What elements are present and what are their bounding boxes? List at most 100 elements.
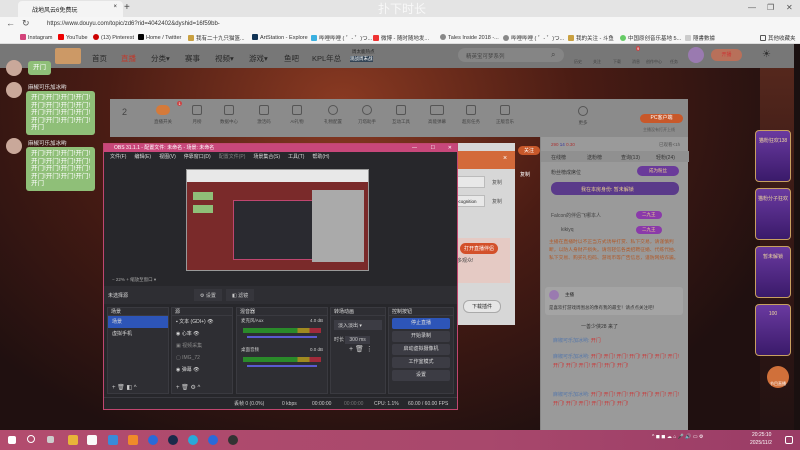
tab-query[interactable]: 查询(13)	[621, 154, 640, 161]
clock-date[interactable]: 2025/11/2	[750, 440, 772, 446]
app-icon[interactable]	[148, 435, 158, 445]
ad-banner[interactable]: 暂未解锁	[755, 246, 791, 298]
tab-online[interactable]: 在线榜	[551, 154, 566, 161]
bookmark[interactable]: Tales Inside 2018 -...	[440, 34, 499, 41]
identity-banner[interactable]: 我在本房身份: 暂未解锁	[551, 182, 679, 195]
copy-button[interactable]: 复制	[492, 179, 502, 186]
refresh-icon[interactable]: ↻	[22, 18, 30, 29]
notifications-icon[interactable]	[785, 436, 793, 444]
history-button[interactable]: 历史	[574, 59, 582, 65]
new-tab-button[interactable]: +	[124, 2, 130, 13]
nav-item[interactable]: 视频▾	[215, 53, 234, 64]
bookmark[interactable]: 我有二十九只猫篮...	[188, 34, 245, 42]
obs-preview[interactable]	[186, 169, 369, 271]
tasks-button[interactable]: 任务	[670, 59, 678, 65]
tool-gift-config[interactable]: 礼物配置	[316, 105, 350, 125]
obs-icon[interactable]	[228, 435, 238, 445]
tool-activation[interactable]: 激活码	[247, 105, 281, 125]
mail-icon[interactable]	[108, 435, 118, 445]
virtual-camera-button[interactable]: 启动虚拟摄像机	[392, 344, 450, 355]
browser-tab[interactable]: 战地风云6免费玩 ×	[18, 1, 123, 17]
nav-item[interactable]: 鱼吧	[284, 53, 299, 64]
copy-label[interactable]: 复制	[520, 171, 530, 178]
tab-fans[interactable]: 轻粉(24)	[656, 154, 675, 161]
transition-actions[interactable]: + 🗑 ⋮	[331, 345, 385, 353]
become-fan-button[interactable]: 成为粉丝	[637, 166, 679, 176]
studio-mode-button[interactable]: 工作室模式	[392, 357, 450, 368]
close-window-button[interactable]: ✕	[786, 3, 793, 12]
menu-file[interactable]: 文件(F)	[110, 154, 126, 160]
edge-icon[interactable]	[188, 435, 198, 445]
promo-label[interactable]: 观战周末战	[350, 56, 373, 62]
start-icon[interactable]	[8, 436, 16, 444]
file-explorer-icon[interactable]	[68, 435, 78, 445]
start-live-button[interactable]: 开播	[711, 49, 742, 61]
page-scrollbar[interactable]	[794, 44, 800, 430]
zoom-in[interactable]: +	[126, 277, 129, 282]
pc-client-button[interactable]: PC客户端	[640, 114, 683, 123]
scene-actions[interactable]: + 🗑 ◧ ^	[112, 384, 137, 391]
douyu-logo[interactable]	[55, 48, 81, 64]
nav-item[interactable]: 赛事	[185, 53, 200, 64]
bookmark[interactable]: Home / Twitter	[138, 34, 181, 41]
minimize-button[interactable]: —	[412, 144, 417, 152]
copy-button[interactable]: 复制	[492, 198, 502, 205]
search-input[interactable]: 精英宝可梦系列	[458, 48, 564, 62]
app-icon[interactable]	[208, 435, 218, 445]
start-recording-button[interactable]: 开始录制	[392, 331, 450, 342]
bookmark[interactable]: 我的关注 - 斗鱼	[568, 34, 614, 42]
user-avatar[interactable]	[688, 47, 704, 63]
menu-tools[interactable]: 工具(T)	[288, 154, 304, 160]
bookmark[interactable]: 微博 - 随时随地发...	[373, 34, 429, 42]
tool-dota-helper[interactable]: 刀塔助手	[350, 105, 384, 125]
bookmark[interactable]: Instagram	[20, 34, 52, 41]
source-actions[interactable]: + 🗑 ⚙ ^	[176, 384, 200, 391]
tool-music[interactable]: 正版音乐	[488, 105, 522, 125]
bookmark[interactable]: 中国原创音乐基地 5...	[620, 34, 681, 42]
tool-data-center[interactable]: 数据中心	[212, 105, 246, 125]
minimize-button[interactable]: —	[748, 3, 756, 12]
ad-banner[interactable]: 猫粉分子狂欢	[755, 188, 791, 240]
menu-help[interactable]: 帮助(H)	[312, 154, 329, 160]
source-item[interactable]: ◉ 弹幕 👁	[172, 364, 232, 376]
menu-docks[interactable]: 停靠窗口(D)	[184, 154, 211, 160]
menu-edit[interactable]: 编辑(E)	[134, 154, 151, 160]
open-companion-button[interactable]: 打开直播伴侣	[460, 243, 499, 254]
nav-item[interactable]: 分类▾	[151, 53, 170, 64]
source-item[interactable]: ◉ 心率 👁	[172, 328, 232, 340]
messages-button[interactable]: 消息	[632, 59, 640, 65]
ad-banner[interactable]: 100	[755, 304, 791, 356]
follow-button[interactable]: 关注	[593, 59, 601, 65]
clock-time[interactable]: 20:25:10	[752, 432, 771, 438]
settings-button[interactable]: 设置	[392, 370, 450, 381]
volume-slider[interactable]	[247, 336, 317, 338]
bookmark[interactable]: ArtStation - Explore	[252, 34, 308, 41]
duration-field[interactable]: 时长 300 ms	[331, 334, 385, 345]
scene-item[interactable]: 场景	[108, 316, 168, 328]
creator-center-button[interactable]: 创作中心	[646, 59, 662, 65]
nav-item[interactable]: 首页	[92, 53, 107, 64]
tool-ai-gift[interactable]: AI礼物	[280, 105, 314, 125]
promo-label[interactable]: 周太鹿热点	[352, 49, 375, 55]
tool-live-switch[interactable]: 直播开关	[146, 105, 180, 125]
other-bookmarks[interactable]: 其他收藏夹	[760, 34, 796, 42]
menu-view[interactable]: 视图(V)	[159, 154, 176, 160]
bookmark[interactable]: 哔哩哔哩 ( ゜- ゜)つ...	[503, 34, 564, 42]
transition-select[interactable]: 淡入淡出 ▾	[334, 320, 382, 330]
source-item[interactable]: ▢ IMG_72	[172, 352, 232, 364]
zoom-mode-select[interactable]: 缩放至窗口	[130, 277, 153, 282]
nav-item[interactable]: 游戏▾	[249, 53, 268, 64]
tool-room-tasks[interactable]: 超房任务	[454, 105, 488, 125]
maximize-button[interactable]: ❐	[767, 3, 774, 12]
download-button[interactable]: 下载	[613, 59, 621, 65]
tool-monthly[interactable]: 月榜	[180, 105, 214, 125]
theme-toggle-icon[interactable]: ☀	[762, 49, 771, 60]
follow-button[interactable]: 关注	[518, 146, 541, 155]
tray-icons[interactable]: ^ ◼ ◼ ☁ ⌂ 🎤 🔊 ▭ ⚙	[652, 434, 703, 440]
nav-item[interactable]: 直播	[121, 53, 136, 64]
more-tools-button[interactable]: 更多	[566, 106, 600, 126]
ad-banner[interactable]: 猫粉狂欢138	[755, 130, 791, 182]
download-float-button[interactable]: 节目直播	[767, 366, 789, 388]
dialog-input[interactable]: ecognition	[455, 195, 485, 207]
dialog-close-icon[interactable]: ×	[503, 155, 507, 162]
